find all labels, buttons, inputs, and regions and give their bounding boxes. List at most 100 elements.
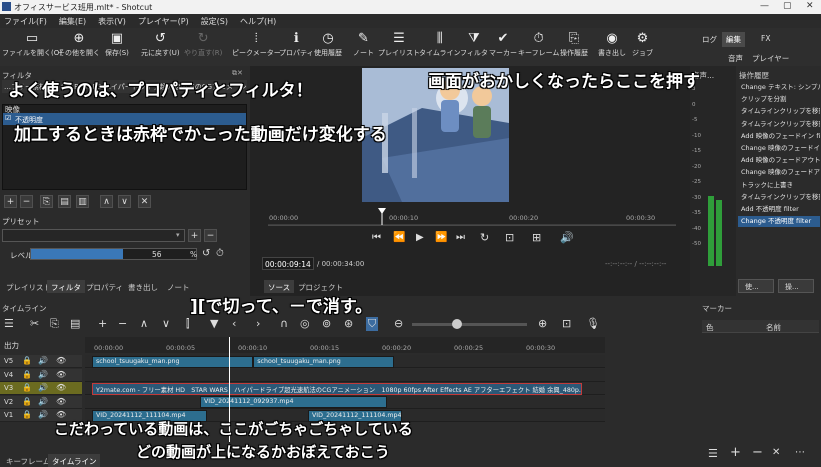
ripple-all-icon[interactable]: ⊛	[344, 317, 353, 330]
ripple-icon[interactable]: ⊚	[322, 317, 331, 330]
history-item[interactable]: タイムラインクリップを移動	[738, 192, 820, 203]
layout-edit-tab[interactable]: 編集	[722, 32, 745, 47]
redo-button[interactable]: ↻ やり直す(R)	[184, 30, 222, 64]
properties-button[interactable]: ℹ プロパティ	[279, 30, 314, 64]
move-up-icon[interactable]: ∧	[100, 195, 113, 208]
lock-icon[interactable]: 🔒	[22, 383, 32, 392]
peak-meter-button[interactable]: ⦙ ピークメーター	[232, 30, 281, 64]
fast-forward-icon[interactable]: ⏩	[435, 232, 447, 243]
tab-export[interactable]: 書き出し	[124, 280, 162, 293]
history-item[interactable]: タイムラインクリップを移動	[738, 119, 820, 130]
recent-button[interactable]: ◷ 使用履歴	[314, 30, 342, 64]
mute-icon[interactable]: 🔊	[38, 356, 48, 365]
history-button-2[interactable]: 操...	[778, 279, 814, 293]
record-audio-icon[interactable]: 🎙	[586, 317, 600, 330]
menu-settings[interactable]: 設定(S)	[201, 16, 228, 27]
add-filter-button[interactable]: +	[4, 195, 17, 208]
keyframes-button[interactable]: ⏱ キーフレーム	[518, 30, 559, 64]
history-button[interactable]: ⎘ 操作履歴	[560, 30, 588, 64]
snap-icon[interactable]: ∩	[280, 317, 288, 330]
playlist-button[interactable]: ☰ プレイリスト	[378, 30, 420, 64]
markers-more-icon[interactable]: ⋯	[795, 447, 805, 458]
history-button-1[interactable]: 使...	[738, 279, 774, 293]
append-icon[interactable]: +	[98, 317, 107, 330]
zoom-fit-icon[interactable]: ⊡	[562, 317, 571, 330]
save-filter-icon[interactable]: ▥	[76, 195, 89, 208]
mute-icon[interactable]: 🔊	[38, 370, 48, 379]
paste-icon[interactable]: ▤	[70, 317, 80, 330]
level-value[interactable]: 56	[152, 250, 162, 259]
keyframe-stopwatch-icon[interactable]: ⏱	[216, 248, 224, 259]
save-button[interactable]: ▣ 保存(S)	[105, 30, 129, 64]
tab-timeline[interactable]: タイムライン	[48, 454, 101, 467]
scrub-icon[interactable]: ◎	[300, 317, 310, 330]
mute-icon[interactable]: 🔊	[38, 397, 48, 406]
zoom-slider-handle[interactable]	[452, 319, 462, 329]
lock-icon[interactable]: 🔒	[22, 356, 32, 365]
track-header[interactable]: V4 🔒 🔊 👁	[0, 368, 82, 382]
maximize-button[interactable]: ▢	[783, 1, 792, 11]
track-header[interactable]: V3 🔒 🔊 👁	[0, 382, 82, 395]
notes-button[interactable]: ✎ ノート	[353, 30, 374, 64]
history-item[interactable]: Change 映像のフェードイン filter	[738, 143, 820, 154]
eye-icon[interactable]: 👁	[56, 370, 66, 379]
copy-filter-icon[interactable]: ⎘	[40, 195, 53, 208]
filters-button[interactable]: ⧩ フィルタ	[460, 30, 488, 64]
delete-preset-button[interactable]: −	[204, 229, 217, 242]
next-marker-icon[interactable]: ›	[256, 317, 260, 330]
zoom-out-icon[interactable]: ⊖	[394, 317, 403, 330]
cut-icon[interactable]: ✂	[30, 317, 39, 330]
close-button[interactable]: ✕	[806, 1, 814, 11]
zoom-icon[interactable]: ⊡	[505, 231, 514, 244]
eye-icon[interactable]: 👁	[56, 356, 66, 365]
copy-icon[interactable]: ⎘	[50, 317, 59, 331]
history-item[interactable]: トラックに上書き	[738, 180, 820, 191]
history-item[interactable]: タイムラインクリップを移動	[738, 106, 820, 117]
paste-filter-icon[interactable]: ▤	[58, 195, 71, 208]
menu-edit[interactable]: 編集(E)	[59, 16, 86, 27]
mute-icon[interactable]: 🔊	[38, 383, 48, 392]
track-header[interactable]: V5 🔒 🔊 👁	[0, 355, 82, 368]
tab-keyframes[interactable]: キーフレーム	[2, 454, 54, 467]
history-item[interactable]: Add 映像のフェードアウト filter	[738, 155, 820, 166]
tab-properties[interactable]: プロパティ	[82, 280, 127, 293]
menu-player[interactable]: プレイヤー(P)	[138, 16, 189, 27]
zoom-in-icon[interactable]: ⊕	[538, 317, 547, 330]
tab-filters[interactable]: フィルタ	[47, 280, 85, 293]
lock-icon[interactable]: 🔒	[22, 370, 32, 379]
menu-view[interactable]: 表示(V)	[98, 16, 126, 27]
ripple-delete-icon[interactable]: −	[118, 317, 127, 330]
mute-icon[interactable]: 🔊	[38, 410, 48, 419]
rewind-icon[interactable]: ⏪	[393, 232, 405, 243]
history-item[interactable]: Add 映像のフェードイン filter	[738, 131, 820, 142]
marker-add-icon[interactable]: ▼	[210, 317, 218, 330]
lift-icon[interactable]: ∧	[140, 317, 148, 330]
volume-icon[interactable]: 🔊	[560, 231, 574, 244]
timeline-button[interactable]: ⫼ タイムライン	[419, 30, 461, 64]
filter-checkbox[interactable]: ☑	[5, 114, 11, 122]
tab-notes[interactable]: ノート	[163, 280, 194, 293]
layout-audio-tab[interactable]: 音声	[728, 53, 743, 64]
remove-marker-icon[interactable]: −	[752, 445, 763, 460]
loop-icon[interactable]: ↻	[480, 231, 489, 244]
skip-previous-icon[interactable]: ⏮	[372, 232, 381, 243]
timeline-clip[interactable]: school_tsuugaku_man.png	[253, 355, 395, 368]
history-item[interactable]: Add 不透明度 filter	[738, 204, 820, 215]
move-down-icon[interactable]: ∨	[118, 195, 131, 208]
timeline-menu-icon[interactable]: ☰	[4, 317, 14, 330]
add-marker-icon[interactable]: +	[730, 445, 741, 460]
layout-log-tab[interactable]: ログ	[702, 34, 717, 45]
eye-icon[interactable]: 👁	[56, 397, 66, 406]
current-timecode[interactable]: 00:00:09:14	[262, 257, 314, 270]
markers-menu-icon[interactable]: ☰	[708, 447, 718, 460]
timeline-clip[interactable]: Y2mate.com - フリー素材 HD STAR WARS ハイパードライブ…	[92, 382, 582, 395]
remove-filter-button[interactable]: −	[20, 195, 33, 208]
viewer-ruler[interactable]	[268, 206, 676, 226]
preset-combo[interactable]	[2, 229, 185, 242]
undo-button[interactable]: ↺ 元に戻す(U)	[141, 30, 180, 64]
deselect-icon[interactable]: ✕	[138, 195, 151, 208]
save-preset-button[interactable]: +	[188, 229, 201, 242]
ripple-markers-icon[interactable]: ⛉	[366, 317, 379, 331]
jobs-button[interactable]: ⚙ ジョブ	[632, 30, 653, 64]
overwrite-icon[interactable]: ∨	[162, 317, 170, 330]
